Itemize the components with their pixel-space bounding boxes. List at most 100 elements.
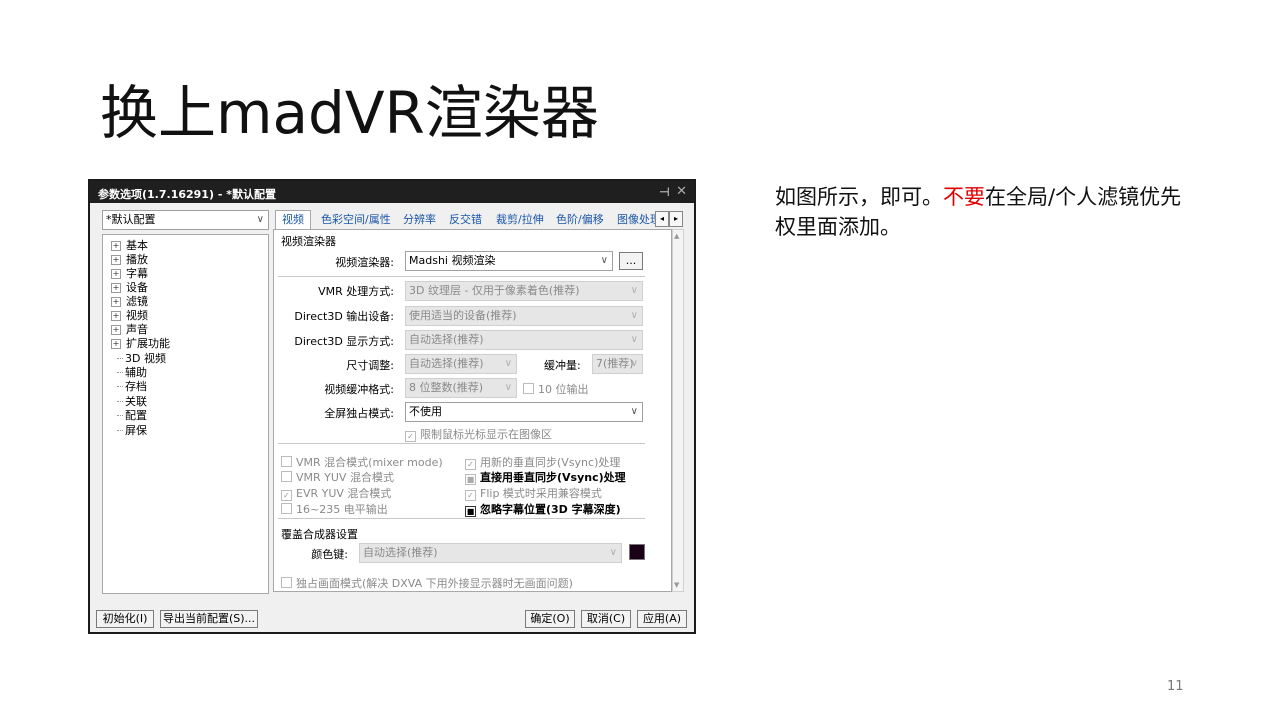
export-config-button[interactable]: 导出当前配置(S)...	[160, 610, 258, 628]
expand-icon[interactable]: +	[111, 269, 121, 279]
d3d-display-label: Direct3D 显示方式:	[294, 335, 394, 348]
fullscreen-label: 全屏独占模式:	[324, 407, 394, 420]
indeterminate-icon: ■	[465, 474, 476, 485]
expand-icon[interactable]: +	[111, 283, 121, 293]
check-icon: ✓	[281, 490, 292, 501]
checkbox-icon	[281, 456, 292, 467]
tree-item-archive[interactable]: 存档	[117, 378, 147, 394]
options-dialog: 参数选项(1.7.16291) - *默认配置 ⊣ ✕ *默认配置 ∨ + 基本 …	[88, 179, 696, 634]
size-label: 尺寸调整:	[346, 359, 394, 372]
settings-tree: + 基本 + 播放 + 字幕 + 设备 + 滤镜 + 视频 + 声音 + 扩展功能 3D 视频 …	[102, 234, 269, 594]
chevron-down-icon: ∨	[630, 310, 638, 321]
tree-item-screensaver[interactable]: 屏保	[117, 422, 147, 438]
scroll-down-icon[interactable]: ▼	[674, 581, 679, 589]
expand-icon[interactable]: +	[111, 255, 121, 265]
tree-item-extensions[interactable]: + 扩展功能	[111, 335, 170, 351]
ten-bit-output-checkbox[interactable]: 10 位输出	[523, 381, 589, 397]
levels-16-235-checkbox[interactable]: 16~235 电平输出	[281, 501, 388, 517]
checkbox-icon	[281, 503, 292, 514]
chevron-down-icon: ∨	[630, 285, 638, 296]
checkbox-icon	[281, 471, 292, 482]
init-button[interactable]: 初始化(I)	[96, 610, 154, 628]
color-key-select[interactable]: 自动选择(推荐) ∨	[359, 543, 622, 563]
checkbox-icon	[281, 577, 292, 588]
page-number: 11	[1167, 679, 1184, 694]
buffer-select-value: 7(推荐)	[596, 357, 634, 370]
slide-title: 换上madVR渲染器	[100, 79, 599, 147]
new-vsync-checkbox[interactable]: ✓ 用新的垂直同步(Vsync)处理	[465, 454, 620, 470]
chevron-down-icon: ∨	[609, 547, 617, 558]
d3d-device-label: Direct3D 输出设备:	[294, 310, 394, 323]
buffer-format-select[interactable]: 8 位整数(推荐) ∨	[405, 378, 517, 398]
separator	[278, 518, 645, 519]
tab-scroll-right-icon[interactable]: ▸	[669, 211, 683, 227]
pin-icon[interactable]: ⊣	[659, 185, 670, 199]
renderer-label: 视频渲染器:	[335, 256, 394, 269]
ok-button[interactable]: 确定(O)	[525, 610, 575, 628]
d3d-display-select-value: 自动选择(推荐)	[409, 333, 484, 346]
vmr-select[interactable]: 3D 纹理层 - 仅用于像素着色(推荐) ∨	[405, 281, 643, 301]
indeterminate-icon: ■	[465, 506, 476, 517]
tree-item-config[interactable]: 配置	[117, 407, 147, 423]
profile-select[interactable]: *默认配置 ∨	[102, 210, 269, 230]
vmr-yuv-checkbox[interactable]: VMR YUV 混合模式	[281, 469, 394, 485]
checkbox-icon	[523, 383, 534, 394]
tab-scroll-left-icon[interactable]: ◂	[655, 211, 669, 227]
buffer-format-label: 视频缓冲格式:	[324, 383, 394, 396]
tab-video[interactable]: 视频	[275, 210, 311, 231]
vmr-select-value: 3D 纹理层 - 仅用于像素着色(推荐)	[409, 284, 580, 297]
renderer-select[interactable]: Madshi 视频渲染 ∨	[405, 251, 613, 271]
color-key-label: 颜色键:	[311, 548, 348, 561]
slide-description: 如图所示，即可。不要在全局/个人滤镜优先权里面添加。	[775, 182, 1195, 242]
chevron-down-icon: ∨	[600, 255, 608, 266]
overlay-group-title: 覆盖合成器设置	[281, 528, 358, 541]
apply-button[interactable]: 应用(A)	[637, 610, 687, 628]
panel-scrollbar[interactable]: ▲ ▼	[672, 229, 684, 592]
dialog-title: 参数选项(1.7.16291) - *默认配置	[98, 188, 276, 201]
fullscreen-select-value: 不使用	[409, 405, 442, 418]
tab-deinterlace[interactable]: 反交错	[449, 211, 482, 229]
evr-yuv-checkbox[interactable]: ✓ EVR YUV 混合模式	[281, 485, 391, 501]
d3d-device-select[interactable]: 使用适当的设备(推荐) ∨	[405, 306, 643, 326]
tab-resolution[interactable]: 分辨率	[403, 211, 436, 229]
video-settings-panel: 视频渲染器 视频渲染器: Madshi 视频渲染 ∨ ... VMR 处理方式: …	[273, 229, 672, 592]
fullscreen-select[interactable]: 不使用 ∨	[405, 402, 643, 422]
flip-compat-checkbox[interactable]: ✓ Flip 模式时采用兼容模式	[465, 485, 602, 501]
dialog-titlebar[interactable]: 参数选项(1.7.16291) - *默认配置 ⊣ ✕	[90, 181, 694, 203]
chevron-down-icon: ∨	[630, 358, 638, 369]
vmr-mixer-checkbox[interactable]: VMR 混合模式(mixer mode)	[281, 454, 443, 470]
check-icon: ✓	[465, 490, 476, 501]
description-part1: 如图所示，即可。	[775, 185, 943, 209]
chevron-down-icon: ∨	[504, 382, 512, 393]
expand-icon[interactable]: +	[111, 241, 121, 251]
expand-icon[interactable]: +	[111, 297, 121, 307]
buffer-label: 缓冲量:	[544, 359, 581, 372]
chevron-down-icon: ∨	[256, 214, 264, 225]
expand-icon[interactable]: +	[111, 339, 121, 349]
profile-select-value: *默认配置	[106, 213, 156, 226]
renderer-group-title: 视频渲染器	[281, 235, 336, 248]
d3d-display-select[interactable]: 自动选择(推荐) ∨	[405, 330, 643, 350]
buffer-select[interactable]: 7(推荐) ∨	[592, 354, 643, 374]
direct-vsync-checkbox[interactable]: ■ 直接用垂直同步(Vsync)处理	[465, 469, 626, 485]
tab-colorspace[interactable]: 色彩空间/属性	[321, 211, 391, 229]
size-select-value: 自动选择(推荐)	[409, 357, 484, 370]
d3d-device-select-value: 使用适当的设备(推荐)	[409, 309, 517, 322]
exclusive-mode-checkbox[interactable]: 独占画面模式(解决 DXVA 下用外接显示器时无画面问题)	[281, 575, 573, 591]
ignore-subtitle-position-checkbox[interactable]: ■ 忽略字幕位置(3D 字幕深度)	[465, 501, 621, 517]
separator	[278, 276, 645, 277]
size-select[interactable]: 自动选择(推荐) ∨	[405, 354, 517, 374]
check-icon: ✓	[405, 431, 416, 442]
color-key-select-value: 自动选择(推荐)	[363, 546, 438, 559]
tab-crop[interactable]: 裁剪/拉伸	[496, 211, 544, 229]
scroll-up-icon[interactable]: ▲	[674, 232, 679, 240]
close-icon[interactable]: ✕	[676, 184, 687, 199]
renderer-more-button[interactable]: ...	[619, 252, 643, 270]
cancel-button[interactable]: 取消(C)	[581, 610, 631, 628]
color-key-swatch[interactable]	[629, 544, 645, 560]
tab-image-processing[interactable]: 图像处理	[617, 211, 655, 229]
expand-icon[interactable]: +	[111, 325, 121, 335]
tab-levels[interactable]: 色阶/偏移	[556, 211, 604, 229]
limit-cursor-checkbox[interactable]: ✓ 限制鼠标光标显示在图像区	[405, 426, 552, 442]
expand-icon[interactable]: +	[111, 311, 121, 321]
